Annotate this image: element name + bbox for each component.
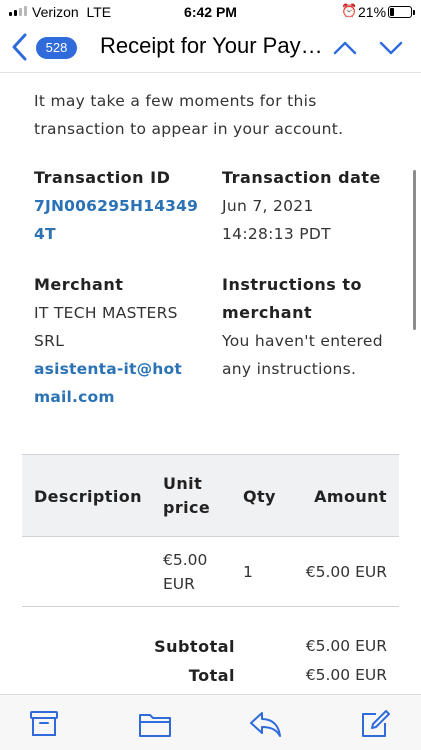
- table-row: €5.00 EUR 1 €5.00 EUR: [22, 537, 399, 607]
- archive-button[interactable]: [27, 709, 61, 739]
- scroll-indicator[interactable]: [413, 170, 416, 330]
- unit-price-header-line2: price: [163, 498, 211, 517]
- row-qty: 1: [243, 563, 253, 581]
- battery-percent: 21%: [358, 4, 387, 20]
- intro-text: It may take a few moments for this trans…: [34, 92, 344, 138]
- total-value: €5.00 EUR: [305, 666, 387, 684]
- folder-icon: [139, 714, 171, 737]
- message-body[interactable]: It may take a few moments for this trans…: [0, 73, 421, 694]
- reply-button[interactable]: [248, 709, 282, 739]
- row-unit-price-currency: EUR: [163, 575, 195, 593]
- qty-header: Qty: [243, 487, 276, 506]
- merchant-email-link[interactable]: asistenta-it@hotmail.com: [34, 355, 184, 411]
- reply-icon: [250, 712, 281, 737]
- description-header: Description: [34, 487, 142, 506]
- unit-price-header-line1: Unit: [163, 474, 203, 493]
- bottom-toolbar: [0, 694, 421, 750]
- row-unit-price: €5.00 EUR: [163, 548, 207, 596]
- merchant-section: Merchant IT TECH MASTERS SRL asistenta-i…: [34, 271, 204, 411]
- message-subject: Receipt for Your Payment: [100, 33, 328, 58]
- chevron-left-icon: [12, 33, 27, 61]
- next-message-button[interactable]: [378, 36, 404, 60]
- instructions-section: Instructions to merchant You haven't ent…: [222, 271, 402, 383]
- total-label: Total: [188, 666, 235, 685]
- receipt-table: Description Unit price Qty Amount €5.00 …: [22, 454, 399, 687]
- subtotal-value: €5.00 EUR: [305, 637, 387, 655]
- compose-icon: [362, 710, 390, 737]
- transaction-id-label: Transaction ID: [34, 168, 171, 187]
- archive-icon: [30, 711, 58, 736]
- status-bar: Verizon LTE 6:42 PM ⏰ 21%: [0, 0, 421, 24]
- table-header: Description Unit price Qty Amount: [22, 454, 399, 537]
- instructions-label: Instructions to merchant: [222, 275, 363, 322]
- unit-price-header: Unit price: [163, 472, 210, 520]
- alarm-icon: ⏰: [341, 3, 358, 18]
- merchant-name: IT TECH MASTERS SRL: [34, 304, 178, 350]
- transaction-id-section: Transaction ID 7JN006295H143494T: [34, 164, 204, 248]
- chevron-up-icon: [333, 41, 357, 55]
- transaction-date-value: Jun 7, 2021: [222, 197, 314, 215]
- compose-button[interactable]: [358, 709, 392, 739]
- subtotal-label: Subtotal: [154, 637, 235, 656]
- row-amount: €5.00 EUR: [305, 563, 387, 581]
- amount-header: Amount: [314, 487, 387, 506]
- move-to-folder-button[interactable]: [138, 709, 172, 739]
- row-unit-price-amount: €5.00: [163, 551, 208, 569]
- message-header: 528 Receipt for Your Payment: [0, 24, 421, 72]
- totals-section: Subtotal €5.00 EUR Total €5.00 EUR: [22, 607, 399, 687]
- merchant-label: Merchant: [34, 275, 124, 294]
- previous-message-button[interactable]: [332, 36, 358, 60]
- battery-icon: [388, 6, 415, 18]
- transaction-id-link[interactable]: 7JN006295H143494T: [34, 192, 204, 248]
- instructions-text: You haven't entered any instructions.: [222, 332, 383, 378]
- back-button[interactable]: [8, 32, 32, 62]
- unread-count-badge[interactable]: 528: [36, 37, 77, 59]
- chevron-down-icon: [379, 41, 403, 55]
- transaction-date-section: Transaction date Jun 7, 2021 14:28:13 PD…: [222, 164, 402, 248]
- transaction-date-label: Transaction date: [222, 168, 381, 187]
- transaction-time-value: 14:28:13 PDT: [222, 225, 331, 243]
